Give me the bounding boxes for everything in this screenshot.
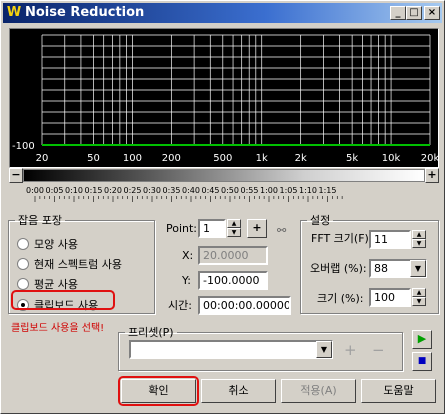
y-field[interactable]: -100.0000 [198, 271, 268, 290]
radio-circle-icon [17, 238, 29, 250]
point-field[interactable]: 1 [198, 219, 226, 238]
fft-size-label: FFT 크기(F): [311, 232, 373, 245]
minimize-button[interactable]: _ [390, 6, 406, 20]
frequency-graph[interactable]: -100 20 50 100 200 500 1k 2k 5k 10k 20k [9, 28, 439, 168]
preset-dropdown-icon[interactable]: ▼ [316, 341, 332, 358]
spin-down-icon[interactable]: ▼ [412, 239, 426, 248]
time-ruler: 0:00 0:05 0:10 0:15 0:20 0:25 0:30 0:35 0:40 0:45… [26, 186, 343, 202]
settings-legend: 설정 [310, 214, 331, 227]
x-axis-tick-label: 200 [162, 153, 181, 164]
time-tick-label: 0:50 [221, 186, 239, 195]
spin-down-icon[interactable]: ▼ [227, 228, 241, 237]
time-label: 시간: [168, 299, 192, 312]
size-field[interactable]: 100 [369, 288, 411, 307]
size-spinner[interactable]: ▲ ▼ [412, 288, 426, 307]
time-tick-label: 1:15 [319, 186, 337, 195]
y-axis-tick-label: -100 [12, 141, 35, 152]
noise-reduction-window: W Noise Reduction _ □ × -100 20 50 100 200 50… [0, 0, 445, 414]
y-label: Y: [182, 274, 191, 287]
x-axis-tick-label: 50 [87, 153, 100, 164]
spin-up-icon[interactable]: ▲ [412, 230, 426, 239]
time-tick-label: 0:30 [143, 186, 161, 195]
preset-select[interactable] [129, 340, 333, 359]
time-tick-label: 0:10 [65, 186, 83, 195]
window-title: Noise Reduction [25, 5, 145, 20]
x-axis-tick-label: 20k [421, 153, 438, 164]
time-tick-label: 0:15 [85, 186, 103, 195]
play-button[interactable]: ▶ [412, 330, 432, 349]
app-logo-icon: W [6, 5, 22, 20]
point-spinner[interactable]: ▲ ▼ [227, 219, 241, 238]
x-axis-tick-label: 10k [382, 153, 401, 164]
fft-size-field[interactable]: 11 [369, 230, 411, 249]
x-axis-tick-label: 5k [346, 153, 358, 164]
hint-text: 클립보드 사용을 선택! [11, 323, 105, 334]
time-tick-label: 0:05 [46, 186, 64, 195]
cancel-button[interactable]: 취소 [201, 379, 276, 403]
x-axis-tick-label: 500 [213, 153, 232, 164]
add-point-button[interactable]: + [247, 219, 267, 238]
spin-up-icon[interactable]: ▲ [227, 219, 241, 228]
time-tick-label: 0:20 [104, 186, 122, 195]
clipboard-highlight-frame [11, 290, 115, 310]
close-button[interactable]: × [424, 6, 440, 20]
add-preset-icon: + [344, 341, 357, 359]
remove-preset-icon: − [372, 341, 385, 359]
radio-circle-icon [17, 278, 29, 290]
size-label: 크기 (%): [317, 292, 364, 305]
radio-current-spectrum[interactable]: 현재 스펙트럼 사용 [17, 257, 122, 273]
time-tick-label: 0:55 [241, 186, 259, 195]
overlap-label: 오버랩 (%): [310, 262, 367, 275]
spin-down-icon[interactable]: ▼ [412, 297, 426, 306]
fft-size-spinner[interactable]: ▲ ▼ [412, 230, 426, 249]
noise-capture-legend: 잡음 포장 [18, 214, 62, 227]
time-tick-label: 0:35 [163, 186, 181, 195]
time-field[interactable]: 00:00:00.00000 [198, 296, 291, 315]
time-tick-label: 0:00 [26, 186, 44, 195]
radio-circle-icon [17, 258, 29, 270]
time-tick-label: 1:05 [280, 186, 298, 195]
zoom-in-button[interactable]: + [425, 168, 439, 183]
x-axis-tick-label: 100 [123, 153, 142, 164]
time-tick-label: 0:40 [182, 186, 200, 195]
x-label: X: [182, 249, 194, 262]
preset-legend: 프리셋(P) [128, 326, 174, 339]
ok-highlight-frame [118, 376, 199, 406]
x-axis-tick-label: 2k [295, 153, 307, 164]
time-tick-label: 0:25 [124, 186, 142, 195]
stop-button[interactable]: ■ [412, 352, 432, 371]
link-icon: ⚯ [277, 224, 287, 237]
overlap-dropdown-icon[interactable]: ▼ [410, 260, 426, 277]
time-tick-label: 1:10 [299, 186, 317, 195]
x-field: 20.0000 [198, 246, 268, 265]
point-label: Point: [166, 222, 198, 235]
spin-up-icon[interactable]: ▲ [412, 288, 426, 297]
zoom-bar: − + [9, 168, 439, 183]
x-axis-tick-label: 20 [36, 153, 49, 164]
help-button[interactable]: 도움말 [361, 379, 436, 403]
frequency-graph-canvas: -10020 50 100 200 500 1k 2k 5k 10k 20k [12, 34, 438, 164]
time-tick-label: 0:45 [202, 186, 220, 195]
zoom-out-button[interactable]: − [9, 168, 23, 183]
radio-shape[interactable]: 모양 사용 [17, 237, 78, 253]
title-bar[interactable]: W Noise Reduction _ □ × [3, 3, 442, 23]
zoom-slider[interactable] [23, 169, 425, 182]
maximize-button[interactable]: □ [406, 6, 422, 20]
time-tick-label: 1:00 [260, 186, 278, 195]
apply-button: 적용(A) [281, 379, 356, 403]
x-axis-tick-label: 1k [256, 153, 268, 164]
